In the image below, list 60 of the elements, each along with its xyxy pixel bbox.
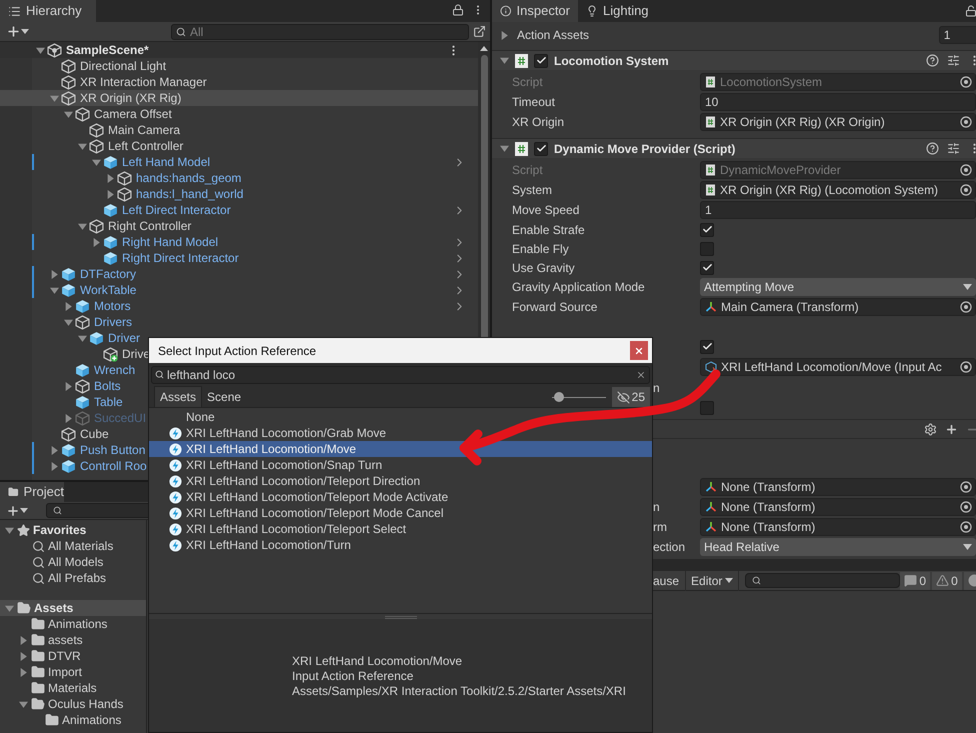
- saved-search-label: All Prefabs: [48, 570, 106, 587]
- object-name: Left Direct Interactor: [122, 202, 231, 219]
- object-name: Left Controller: [108, 138, 184, 155]
- object-name: Right Controller: [108, 218, 192, 235]
- field-label: XR Origin: [512, 115, 564, 129]
- object-name: Camera Offset: [94, 106, 172, 123]
- object-name: XR Interaction Manager: [80, 74, 207, 91]
- field-label: Forward Source: [512, 300, 598, 314]
- folder-name: Oculus Hands: [48, 696, 124, 713]
- folder-name: Materials: [48, 680, 97, 697]
- folder-name: Animations: [48, 616, 108, 633]
- object-name: Table: [94, 394, 123, 411]
- field-label: n: [653, 380, 660, 394]
- object-name: DTFactory: [80, 266, 136, 283]
- preview-text: XRI LeftHand Locomotion/Move: [292, 653, 464, 667]
- field-label: Gravity Application Mode: [512, 280, 645, 294]
- object-name: hands:l_hand_world: [136, 186, 244, 203]
- field-label: Script: [512, 75, 543, 89]
- field-label: Enable Strafe: [512, 222, 585, 236]
- object-name: Drivers: [94, 314, 132, 331]
- preview-text: Assets/Samples/XR Interaction Toolkit/2.5.2/Starter Assets/XRI: [292, 683, 627, 697]
- field-label: ection: [653, 540, 686, 554]
- field-label: Move Speed: [512, 203, 580, 217]
- field-label: Action Assets: [517, 27, 590, 44]
- component-title: Dynamic Move Provider (Script): [554, 140, 736, 158]
- folder-name: assets: [48, 632, 83, 649]
- component-title: Locomotion System: [554, 52, 669, 70]
- saved-search-label: All Models: [48, 554, 104, 571]
- field-label: Script: [512, 163, 543, 177]
- object-name: hands:hands_geom: [136, 170, 242, 187]
- field-label: System: [512, 183, 552, 197]
- saved-search-label: All Materials: [48, 538, 114, 555]
- object-name: XR Origin (XR Rig): [80, 90, 182, 107]
- field-label: rm: [653, 520, 667, 534]
- object-name: Controll Roo: [80, 458, 147, 475]
- object-name: SampleScene*: [66, 42, 149, 59]
- object-name: WorkTable: [80, 282, 136, 299]
- object-name: Wrench: [94, 362, 136, 379]
- object-name: Driver: [108, 330, 140, 347]
- field-label: Enable Fly: [512, 242, 569, 256]
- object-name: Motors: [94, 298, 131, 315]
- field-label: n: [653, 500, 660, 514]
- dialog-title: Select Input Action Reference: [158, 342, 316, 360]
- object-name: Cube: [80, 426, 109, 443]
- object-name: Right Direct Interactor: [122, 250, 239, 267]
- field-label: Timeout: [512, 95, 555, 109]
- folder-name: Assets: [34, 600, 74, 617]
- object-name: SuccedUI: [94, 410, 146, 427]
- folder-name: DTVR: [48, 648, 81, 665]
- folder-name: Animations: [62, 712, 122, 729]
- folder-name: Import: [48, 664, 82, 681]
- object-name: Right Hand Model: [122, 234, 218, 251]
- object-name: Bolts: [94, 378, 121, 395]
- field-label: Use Gravity: [512, 260, 575, 274]
- favorites-label: Favorites: [33, 522, 86, 539]
- object-name: Directional Light: [80, 58, 166, 75]
- preview-text: Input Action Reference: [292, 668, 414, 682]
- object-name: Main Camera: [108, 122, 180, 139]
- object-name: Push Button: [80, 442, 146, 459]
- object-name: Left Hand Model: [122, 154, 210, 171]
